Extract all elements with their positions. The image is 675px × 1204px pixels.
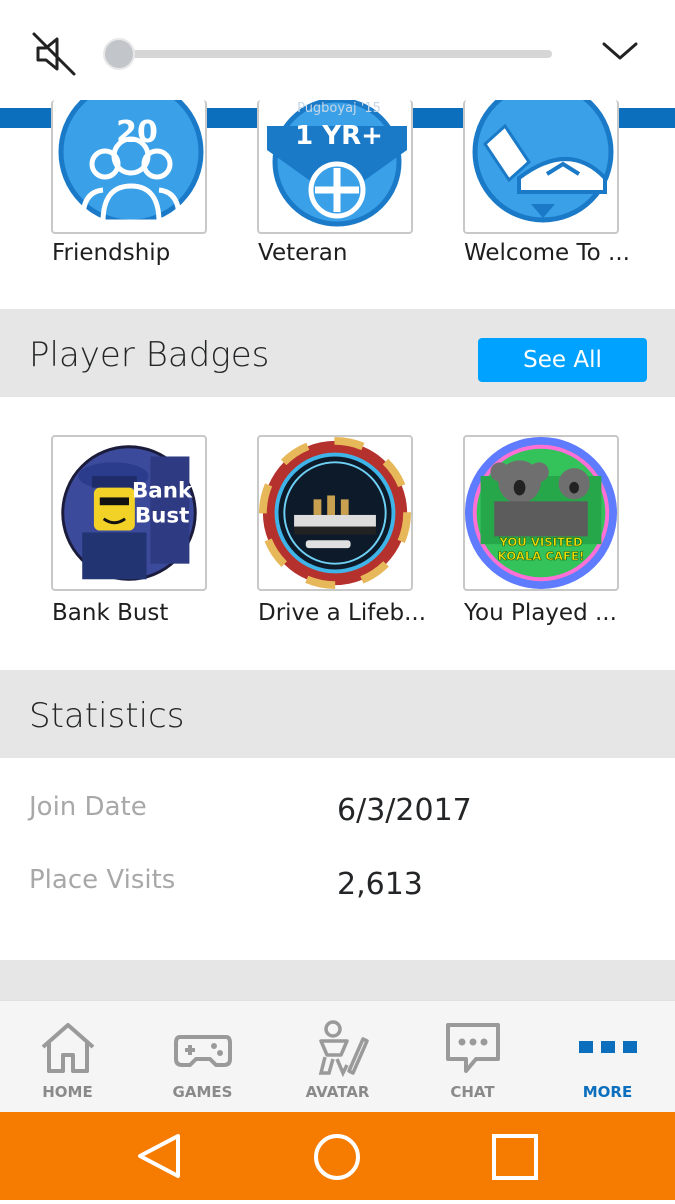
badge-label-bank-bust: Bank Bust [52,600,169,626]
volume-slider-thumb[interactable] [103,38,135,70]
tab-games-label: GAMES [172,1083,233,1101]
badge-label-welcome: Welcome To ... [464,240,630,266]
see-all-button[interactable]: See All [478,338,647,382]
stat-value-join-date: 6/3/2017 [337,793,472,828]
more-icon [579,1041,637,1053]
tab-avatar-label: AVATAR [305,1083,370,1101]
gamepad-icon [174,1035,232,1067]
lifeboat-badge-icon [259,437,411,589]
badge-card-lifeboat[interactable] [257,435,413,591]
media-control-bar [0,0,675,108]
friendship-badge-icon: 20 [58,100,204,225]
tab-home-label: HOME [42,1083,93,1101]
tab-games[interactable]: GAMES [135,1001,270,1113]
back-triangle-icon [138,1134,180,1178]
bank-bust-badge-line2: Bust [135,504,190,529]
koala-cafe-badge-icon: YOU VISITED KOALA CAFE! [465,437,617,589]
badge-label-koala-cafe: You Played ... [464,600,617,626]
chevron-down-icon[interactable] [600,36,640,66]
bank-bust-badge-icon: Bank Bust [61,445,197,581]
koala-cafe-badge-line1: YOU VISITED [498,535,583,549]
bank-bust-badge-line1: Bank [132,478,193,503]
back-button[interactable] [100,1112,220,1200]
welcome-badge-icon [472,100,614,223]
badge-label-veteran: Veteran [258,240,348,266]
veteran-badge-caption: Pugboyaj '15 [297,101,381,116]
statistics-title: Statistics [29,696,185,736]
statistics-header: Statistics [0,670,675,758]
tab-home[interactable]: HOME [0,1001,135,1113]
stat-value-place-visits: 2,613 [337,867,423,902]
android-nav-bar [0,1112,675,1200]
avatar-icon [318,1020,369,1077]
stat-label-place-visits: Place Visits [29,865,176,895]
volume-muted-icon[interactable] [30,30,78,78]
home-system-button[interactable] [277,1112,397,1200]
home-icon [41,1023,95,1073]
badge-card-friendship[interactable]: 20 [51,100,207,234]
koala-cafe-badge-line2: KOALA CAFE! [498,549,585,563]
veteran-badge-overlay: 1 YR+ [295,121,383,151]
recents-button[interactable] [455,1112,575,1200]
badge-label-lifeboat: Drive a Lifeb... [258,600,427,626]
tab-chat-label: CHAT [450,1083,495,1101]
badge-card-koala-cafe[interactable]: YOU VISITED KOALA CAFE! [463,435,619,591]
tab-avatar[interactable]: AVATAR [270,1001,405,1113]
badge-label-friendship: Friendship [52,240,171,266]
home-circle-icon [314,1134,360,1180]
tab-more-label: MORE [582,1083,633,1101]
volume-slider-track[interactable] [108,50,552,58]
badge-card-veteran[interactable]: 1 YR+ Pugboyaj '15 [257,100,413,234]
veteran-badge-icon: 1 YR+ Pugboyaj '15 [267,100,407,227]
badge-card-bank-bust[interactable]: Bank Bust [51,435,207,591]
next-section-header [0,960,675,1000]
badge-card-welcome[interactable] [463,100,619,234]
chat-icon [446,1023,500,1073]
bottom-tab-bar: HOME GAMES AVATAR CHAT MORE [0,1000,675,1112]
recents-square-icon [492,1134,538,1180]
tab-more[interactable]: MORE [540,1001,675,1113]
player-badges-title: Player Badges [29,335,270,375]
friendship-badge-overlay: 20 [116,115,158,150]
tab-chat[interactable]: CHAT [405,1001,540,1113]
stat-label-join-date: Join Date [29,792,147,822]
